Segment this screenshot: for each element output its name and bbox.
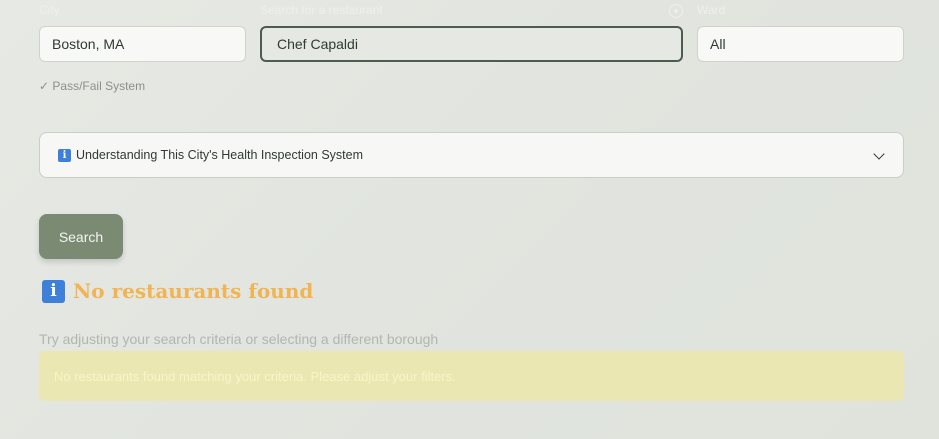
search-value: Chef Capaldi: [277, 36, 358, 52]
location-icon: [669, 4, 683, 18]
pass-fail-system-note: ✓ Pass/Fail System: [39, 79, 146, 93]
no-results-header: i No restaurants found: [42, 279, 313, 303]
ward-value: All: [710, 36, 726, 52]
search-button[interactable]: Search: [39, 214, 123, 259]
alert-text: No restaurants found matching your crite…: [54, 368, 456, 384]
city-value: Boston, MA: [52, 36, 125, 52]
ward-select[interactable]: All: [697, 26, 904, 62]
chevron-down-icon: [873, 148, 885, 160]
no-results-alert: No restaurants found matching your crite…: [39, 351, 904, 401]
no-results-hint: Try adjusting your search criteria or se…: [39, 331, 439, 347]
info-icon: i: [42, 279, 65, 303]
ward-label: Ward: [697, 3, 726, 17]
restaurant-search-input[interactable]: Chef Capaldi: [260, 26, 683, 62]
search-label: Search for a restaurant: [260, 3, 383, 17]
city-select[interactable]: Boston, MA: [39, 26, 246, 62]
inspection-system-expander[interactable]: i Understanding This City's Health Inspe…: [39, 132, 904, 178]
expander-label: Understanding This City's Health Inspect…: [76, 148, 364, 162]
city-label: City: [39, 3, 60, 17]
no-results-title: No restaurants found: [73, 279, 314, 303]
info-icon: i: [58, 148, 71, 162]
